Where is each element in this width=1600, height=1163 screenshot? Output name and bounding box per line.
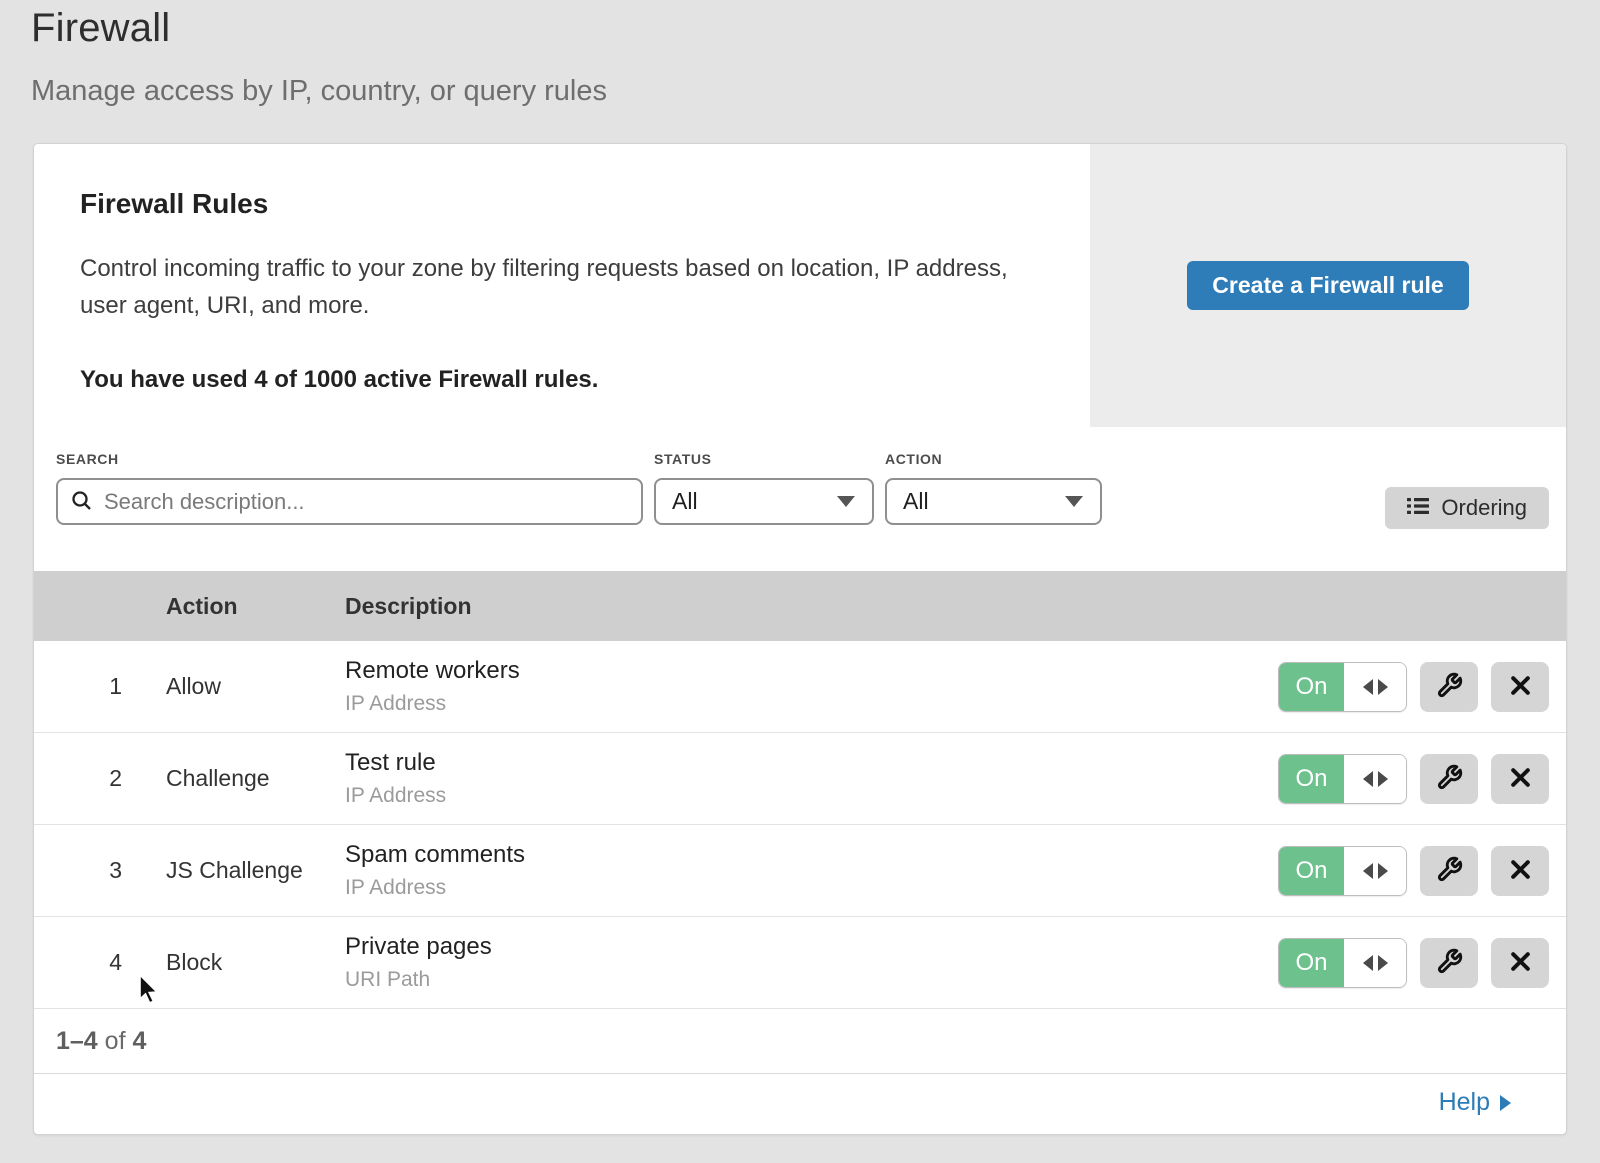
- filter-bar: SEARCH STATUS All: [34, 427, 1566, 571]
- card-heading: Firewall Rules: [80, 188, 1050, 220]
- caret-down-icon: [1065, 496, 1083, 507]
- edit-rule-button[interactable]: [1420, 846, 1478, 896]
- description-column-header: Description: [345, 593, 1566, 620]
- rule-controls: On: [1278, 662, 1566, 712]
- action-filter-group: ACTION All: [885, 451, 1102, 525]
- left-right-arrows-icon: [1344, 755, 1406, 803]
- rule-match-type: IP Address: [345, 876, 1278, 900]
- rule-controls: On: [1278, 754, 1566, 804]
- rule-description-cell: Test rule IP Address: [345, 749, 1278, 808]
- rule-enabled-toggle[interactable]: On: [1278, 662, 1407, 712]
- x-icon: [1509, 950, 1532, 976]
- rule-enabled-toggle[interactable]: On: [1278, 846, 1407, 896]
- rule-enabled-toggle[interactable]: On: [1278, 754, 1407, 804]
- search-icon: [70, 489, 94, 518]
- x-icon: [1509, 674, 1532, 700]
- help-link[interactable]: Help: [1439, 1088, 1511, 1117]
- caret-down-icon: [837, 496, 855, 507]
- wrench-icon: [1436, 856, 1463, 886]
- create-firewall-rule-button[interactable]: Create a Firewall rule: [1187, 261, 1468, 310]
- rule-description: Test rule: [345, 749, 1278, 777]
- delete-rule-button[interactable]: [1491, 846, 1549, 896]
- rule-match-type: IP Address: [345, 692, 1278, 716]
- edit-rule-button[interactable]: [1420, 754, 1478, 804]
- search-filter-group: SEARCH: [56, 451, 643, 525]
- left-right-arrows-icon: [1344, 939, 1406, 987]
- wrench-icon: [1436, 764, 1463, 794]
- pagination-total: 4: [132, 1027, 146, 1056]
- edit-rule-button[interactable]: [1420, 662, 1478, 712]
- edit-rule-button[interactable]: [1420, 938, 1478, 988]
- search-input[interactable]: [56, 478, 643, 525]
- firewall-rules-card: Firewall Rules Control incoming traffic …: [33, 143, 1567, 1135]
- table-row: 1 Allow Remote workers IP Address On: [34, 641, 1566, 733]
- delete-rule-button[interactable]: [1491, 662, 1549, 712]
- pagination-range: 1–4: [56, 1027, 98, 1056]
- rule-match-type: URI Path: [345, 968, 1278, 992]
- x-icon: [1509, 766, 1532, 792]
- rule-description-cell: Private pages URI Path: [345, 933, 1278, 992]
- usage-summary: You have used 4 of 1000 active Firewall …: [80, 366, 1050, 394]
- toggle-on-label: On: [1279, 755, 1344, 803]
- action-select[interactable]: All: [885, 478, 1102, 525]
- status-select-value: All: [672, 488, 698, 515]
- pagination-of: of: [105, 1027, 126, 1056]
- status-label: STATUS: [654, 451, 874, 467]
- rule-description-cell: Remote workers IP Address: [345, 657, 1278, 716]
- page-header: Firewall Manage access by IP, country, o…: [0, 0, 1600, 108]
- rule-enabled-toggle[interactable]: On: [1278, 938, 1407, 988]
- search-box: [56, 478, 643, 525]
- arrow-right-icon: [1500, 1095, 1511, 1111]
- rule-description: Spam comments: [345, 841, 1278, 869]
- rule-action: Block: [166, 949, 345, 976]
- search-label: SEARCH: [56, 451, 643, 467]
- firewall-page: Firewall Manage access by IP, country, o…: [0, 0, 1600, 1163]
- rule-description: Private pages: [345, 933, 1278, 961]
- left-right-arrows-icon: [1344, 663, 1406, 711]
- table-row: 4 Block Private pages URI Path On: [34, 917, 1566, 1009]
- rules-table-body: 1 Allow Remote workers IP Address On: [34, 641, 1566, 1009]
- rule-description: Remote workers: [345, 657, 1278, 685]
- action-select-value: All: [903, 488, 929, 515]
- toggle-on-label: On: [1279, 939, 1344, 987]
- page-title: Firewall: [31, 6, 1600, 51]
- page-subtitle: Manage access by IP, country, or query r…: [31, 75, 1600, 108]
- toggle-on-label: On: [1279, 847, 1344, 895]
- rule-priority: 4: [34, 949, 166, 976]
- list-icon: [1407, 495, 1429, 521]
- delete-rule-button[interactable]: [1491, 938, 1549, 988]
- rule-action: Challenge: [166, 765, 345, 792]
- wrench-icon: [1436, 672, 1463, 702]
- delete-rule-button[interactable]: [1491, 754, 1549, 804]
- x-icon: [1509, 858, 1532, 884]
- left-right-arrows-icon: [1344, 847, 1406, 895]
- rule-priority: 3: [34, 857, 166, 884]
- help-link-label: Help: [1439, 1088, 1490, 1117]
- status-select[interactable]: All: [654, 478, 874, 525]
- ordering-button-label: Ordering: [1441, 495, 1527, 521]
- rule-action: Allow: [166, 673, 345, 700]
- toggle-on-label: On: [1279, 663, 1344, 711]
- card-description: Control incoming traffic to your zone by…: [80, 250, 1030, 324]
- help-row: Help: [34, 1074, 1566, 1131]
- action-column-header: Action: [166, 593, 345, 620]
- status-filter-group: STATUS All: [654, 451, 874, 525]
- rule-priority: 1: [34, 673, 166, 700]
- table-row: 3 JS Challenge Spam comments IP Address …: [34, 825, 1566, 917]
- rule-description-cell: Spam comments IP Address: [345, 841, 1278, 900]
- card-top-section: Firewall Rules Control incoming traffic …: [34, 144, 1566, 427]
- pagination-summary: 1–4 of 4: [34, 1009, 1566, 1074]
- ordering-button[interactable]: Ordering: [1385, 487, 1549, 529]
- wrench-icon: [1436, 948, 1463, 978]
- table-header: Action Description: [34, 571, 1566, 641]
- table-row: 2 Challenge Test rule IP Address On: [34, 733, 1566, 825]
- rule-controls: On: [1278, 846, 1566, 896]
- rule-action: JS Challenge: [166, 857, 345, 884]
- rule-match-type: IP Address: [345, 784, 1278, 808]
- create-rule-panel: Create a Firewall rule: [1090, 144, 1566, 427]
- action-label: ACTION: [885, 451, 1102, 467]
- card-intro: Firewall Rules Control incoming traffic …: [34, 144, 1090, 427]
- rule-controls: On: [1278, 938, 1566, 988]
- rule-priority: 2: [34, 765, 166, 792]
